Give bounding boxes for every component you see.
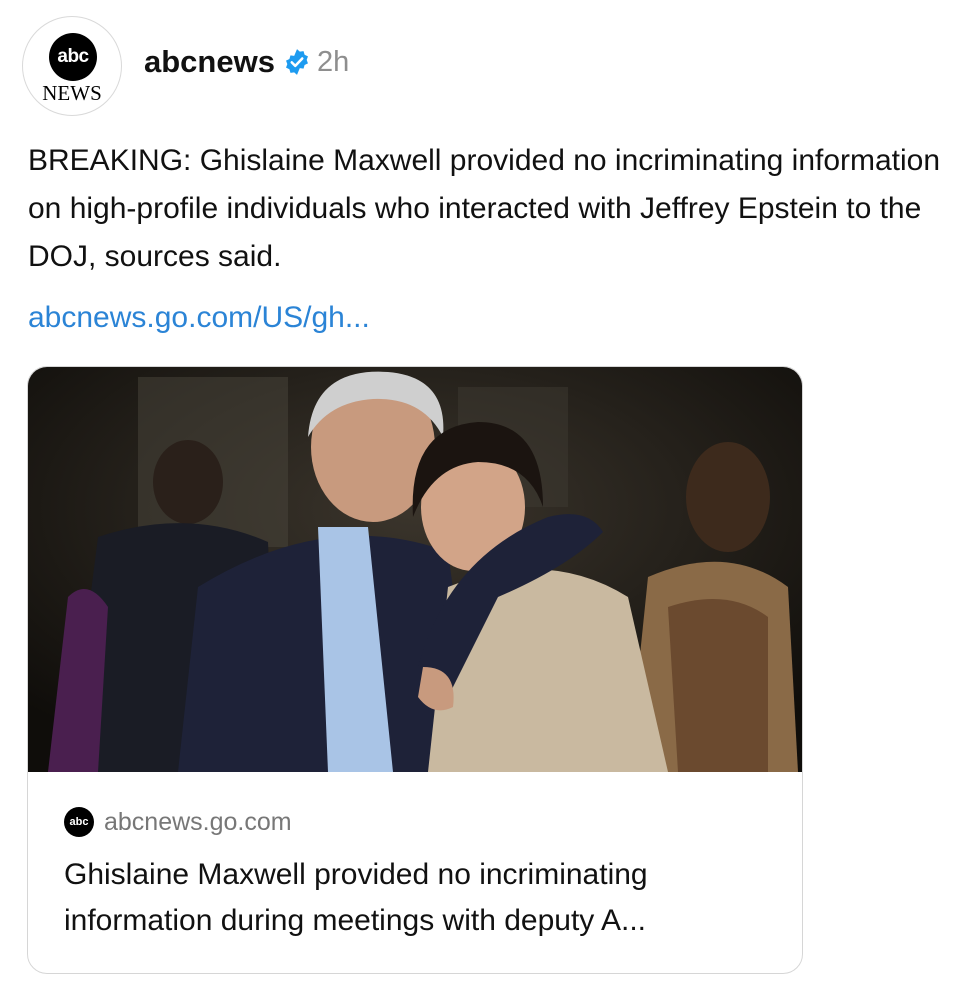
profile-avatar[interactable]: abc NEWS	[22, 16, 122, 116]
verified-badge-icon	[283, 48, 311, 76]
username[interactable]: abcnews	[144, 44, 275, 80]
post-header: abcnews 2h	[144, 42, 349, 82]
card-headline[interactable]: Ghislaine Maxwell provided no incriminat…	[64, 852, 774, 944]
card-source: abc abcnews.go.com	[64, 807, 292, 837]
link-preview-card[interactable]: abc abcnews.go.com Ghislaine Maxwell pro…	[27, 366, 803, 974]
abc-mini-logo-icon: abc	[64, 807, 94, 837]
post-body-text: BREAKING: Ghislaine Maxwell provided no …	[28, 144, 941, 273]
abc-logo: abc	[49, 33, 97, 81]
link-preview-image[interactable]	[28, 367, 803, 772]
post-link[interactable]: abcnews.go.com/US/gh...	[28, 301, 370, 335]
news-logo-text: NEWS	[42, 81, 102, 105]
post-timestamp: 2h	[316, 45, 350, 78]
card-source-domain: abcnews.go.com	[104, 807, 292, 836]
